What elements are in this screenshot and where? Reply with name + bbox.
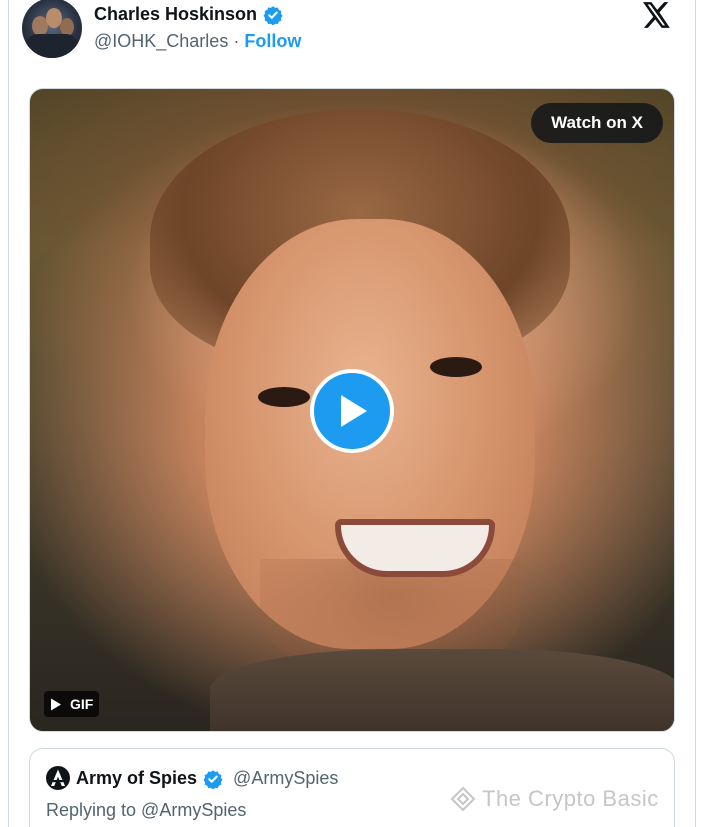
media-image-region bbox=[430, 357, 482, 377]
play-icon bbox=[341, 395, 367, 427]
gif-badge[interactable]: GIF bbox=[44, 691, 100, 717]
author-name-row: Charles Hoskinson bbox=[94, 4, 283, 25]
play-button[interactable] bbox=[310, 369, 394, 453]
quoted-author-name[interactable]: Army of Spies bbox=[76, 768, 197, 789]
author-handle[interactable]: @IOHK_Charles bbox=[94, 31, 228, 51]
quoted-author-row: Army of Spies @ArmySpies bbox=[76, 768, 338, 789]
gif-label: GIF bbox=[70, 696, 94, 712]
author-handle-row: @IOHK_Charles · Follow bbox=[94, 31, 301, 52]
verified-badge-icon bbox=[263, 5, 283, 25]
x-logo-icon[interactable] bbox=[643, 2, 671, 28]
watch-on-x-button[interactable]: Watch on X bbox=[531, 103, 663, 143]
follow-button[interactable]: Follow bbox=[244, 31, 301, 51]
media-image-region bbox=[258, 387, 310, 407]
avatar-figure bbox=[26, 34, 78, 58]
army-of-spies-logo-icon[interactable] bbox=[46, 766, 70, 790]
play-small-icon bbox=[51, 698, 61, 710]
watermark-logo-icon bbox=[450, 786, 476, 812]
verified-badge-icon bbox=[203, 769, 223, 789]
author-name[interactable]: Charles Hoskinson bbox=[94, 4, 257, 25]
quoted-author-handle[interactable]: @ArmySpies bbox=[233, 768, 338, 789]
gif-media[interactable]: Watch on X GIF bbox=[29, 88, 675, 732]
media-image-region bbox=[210, 649, 674, 731]
author-avatar[interactable] bbox=[22, 0, 82, 58]
separator: · bbox=[233, 31, 240, 51]
watermark-text: The Crypto Basic bbox=[482, 786, 659, 811]
watermark: The Crypto Basic bbox=[450, 786, 659, 812]
replying-to-text: Replying to @ArmySpies bbox=[46, 800, 247, 820]
media-image-region bbox=[335, 519, 495, 577]
